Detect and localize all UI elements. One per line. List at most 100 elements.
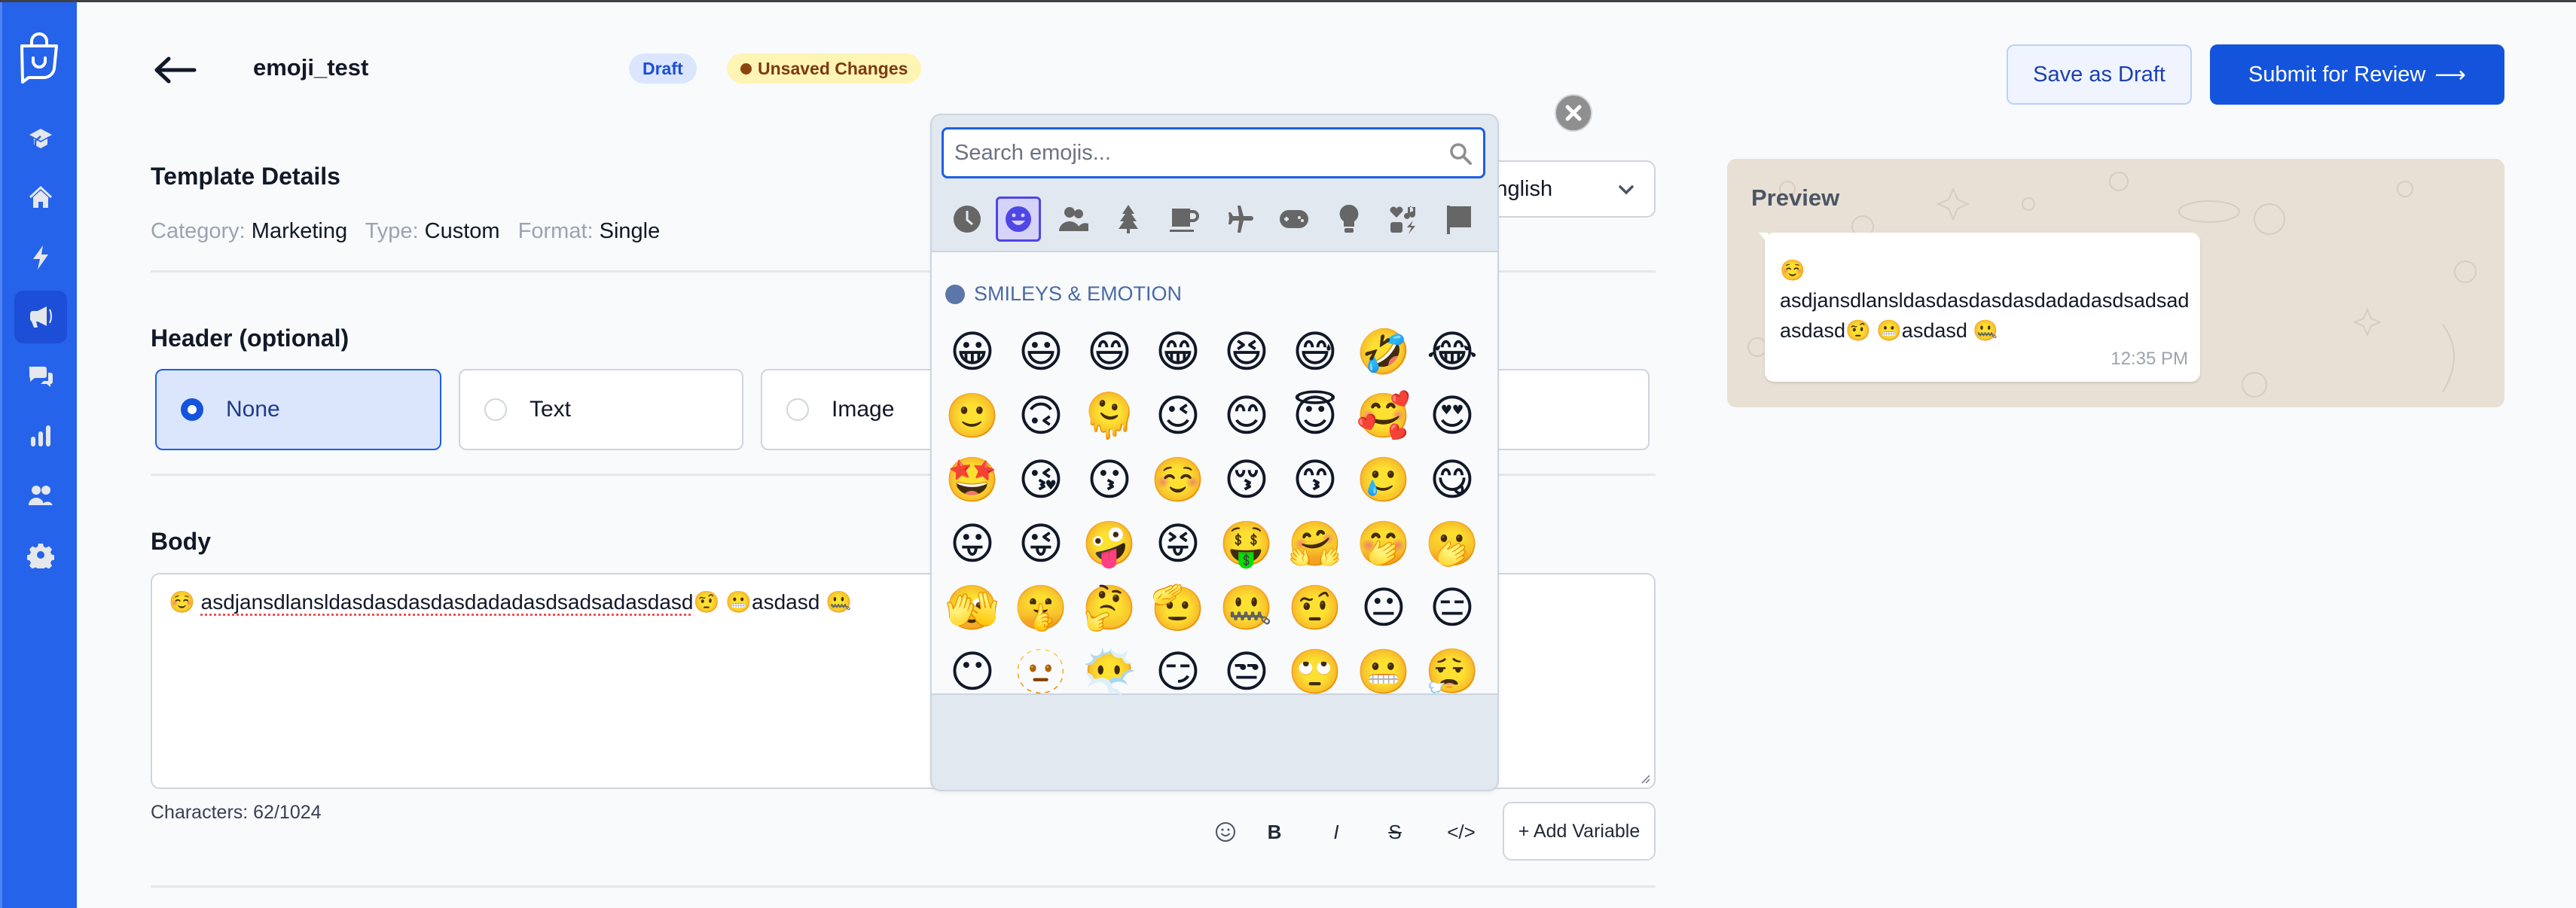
emoji-option[interactable]: 🤣 xyxy=(1352,320,1415,383)
emoji-option[interactable]: 🤔 xyxy=(1078,576,1141,639)
emoji-option[interactable]: 🥲 xyxy=(1352,448,1415,511)
strikethrough-button[interactable]: S xyxy=(1380,815,1410,849)
category-tab-nature[interactable] xyxy=(1106,197,1151,242)
bar-chart-icon xyxy=(31,425,50,446)
category-tab-food[interactable] xyxy=(1161,197,1207,242)
emoji-option[interactable]: 🤐 xyxy=(1215,576,1278,639)
emoji-option[interactable]: 😗 xyxy=(1078,448,1141,511)
emoji-option[interactable]: 😀 xyxy=(941,320,1004,383)
sidebar-item-analytics[interactable] xyxy=(14,410,67,462)
emoji-option[interactable]: 🫠 xyxy=(1078,384,1141,447)
emoji-option[interactable]: 🤗 xyxy=(1283,512,1347,575)
emoji-option[interactable]: 😁 xyxy=(1146,320,1210,383)
sidebar-item-contacts[interactable] xyxy=(14,469,67,522)
submit-label: Submit for Review xyxy=(2248,62,2426,87)
italic-button[interactable]: I xyxy=(1321,815,1351,849)
body-emoji: ☺️ xyxy=(169,590,195,614)
preview-panel: Preview ☺️ asdjansdlansldasdasdasdasdada… xyxy=(1727,159,2504,407)
emoji-option[interactable]: 😶‍🌫️ xyxy=(1078,640,1141,703)
emoji-option[interactable]: 🤪 xyxy=(1078,512,1141,575)
emoji-option[interactable]: 🫢 xyxy=(1421,512,1484,575)
emoji-option[interactable]: 🫣 xyxy=(941,576,1004,639)
emoji-option[interactable]: 😒 xyxy=(1215,640,1278,703)
category-tab-travel[interactable] xyxy=(1216,197,1262,242)
emoji-option[interactable]: 😂 xyxy=(1421,320,1484,383)
sidebar-item-home[interactable] xyxy=(14,172,67,224)
header-option-text[interactable]: Text xyxy=(459,369,743,450)
app-logo-icon[interactable] xyxy=(16,31,63,84)
emoji-option[interactable]: 😮‍💨 xyxy=(1421,640,1484,703)
code-button[interactable]: </> xyxy=(1439,815,1484,849)
emoji-option[interactable]: 🙂 xyxy=(941,384,1004,447)
preview-line: asdasd🤨 😬asdasd 🤐 xyxy=(1780,319,1998,342)
category-tab-objects[interactable] xyxy=(1326,197,1372,242)
airplane-icon xyxy=(1228,206,1253,233)
emoji-option[interactable]: 😘 xyxy=(1009,448,1073,511)
emoji-option[interactable]: 😐 xyxy=(1352,576,1415,639)
emoji-option[interactable]: 🤨 xyxy=(1283,576,1347,639)
emoji-option[interactable]: ☺️ xyxy=(1146,448,1210,511)
close-icon xyxy=(1565,105,1582,121)
resize-handle-icon[interactable] xyxy=(1639,772,1651,785)
add-variable-button[interactable]: + Add Variable xyxy=(1503,802,1656,861)
sidebar-item-academy[interactable] xyxy=(14,113,67,166)
emoji-option[interactable]: 😬 xyxy=(1352,640,1415,703)
back-button[interactable] xyxy=(152,53,200,87)
emoji-grid-area: SMILEYS & EMOTION 😀 😃 😄 😁 😆 😅 🤣 😂 🙂 🙃 🫠 😉 😊 😇 🥰 😍 🤩 😘 😗 ☺️ 😚… xyxy=(932,251,1497,695)
bold-button[interactable]: B xyxy=(1259,815,1290,849)
emoji-option[interactable]: 😜 xyxy=(1009,512,1073,575)
emoji-option[interactable]: 😆 xyxy=(1215,320,1278,383)
clock-icon xyxy=(954,206,981,233)
emoji-option[interactable]: 🫥 xyxy=(1009,640,1073,703)
emoji-search-input[interactable]: Search emojis... xyxy=(942,127,1485,178)
emoji-option[interactable]: 😙 xyxy=(1283,448,1347,511)
category-tab-flags[interactable] xyxy=(1436,197,1482,242)
emoji-option[interactable]: 🫡 xyxy=(1146,576,1210,639)
coffee-cup-icon xyxy=(1170,209,1199,232)
category-tab-people[interactable] xyxy=(1051,197,1096,242)
category-tab-smileys[interactable] xyxy=(996,197,1041,242)
emoji-option[interactable]: 😄 xyxy=(1078,320,1141,383)
emoji-option[interactable]: 🙃 xyxy=(1009,384,1073,447)
close-picker-button[interactable] xyxy=(1555,94,1592,132)
sidebar-item-conversations[interactable] xyxy=(14,350,67,403)
emoji-option[interactable]: 😶 xyxy=(941,640,1004,703)
emoji-option[interactable]: 🥰 xyxy=(1352,384,1415,447)
emoji-option[interactable]: 😃 xyxy=(1009,320,1073,383)
emoji-option[interactable]: 😋 xyxy=(1421,448,1484,511)
category-tab-recent[interactable] xyxy=(945,197,990,242)
category-tab-symbols[interactable] xyxy=(1381,197,1427,242)
emoji-option[interactable]: 🤫 xyxy=(1009,576,1073,639)
emoji-toolbar-button[interactable] xyxy=(1210,815,1241,849)
emoji-option[interactable]: 🤭 xyxy=(1352,512,1415,575)
category-tab-activities[interactable] xyxy=(1271,197,1317,242)
emoji-option[interactable]: 😚 xyxy=(1215,448,1278,511)
megaphone-icon xyxy=(30,306,52,328)
body-text-misspelled: asdjansdlansldasdasdasdasdadadasdsadsada… xyxy=(200,590,694,614)
header-section-heading: Header (optional) xyxy=(151,325,349,352)
emoji-option[interactable]: 😇 xyxy=(1283,384,1347,447)
emoji-option[interactable]: 😊 xyxy=(1215,384,1278,447)
emoji-option[interactable]: 🤩 xyxy=(941,448,1004,511)
header-option-none[interactable]: None xyxy=(155,369,441,450)
save-draft-button[interactable]: Save as Draft xyxy=(2007,44,2192,105)
emoji-option[interactable]: 😑 xyxy=(1421,576,1484,639)
main-content: emoji_test Draft Unsaved Changes Save as… xyxy=(77,2,2576,908)
sidebar-item-campaigns[interactable] xyxy=(14,291,67,343)
emoji-option[interactable]: 😉 xyxy=(1146,384,1210,447)
emoji-option[interactable]: 🤑 xyxy=(1215,512,1278,575)
status-badge-label: Draft xyxy=(642,58,683,78)
emoji-option[interactable]: 😛 xyxy=(941,512,1004,575)
emoji-option[interactable]: 😍 xyxy=(1421,384,1484,447)
chat-icon xyxy=(29,367,53,387)
emoji-option[interactable]: 😏 xyxy=(1146,640,1210,703)
emoji-option[interactable]: 😅 xyxy=(1283,320,1347,383)
emoji-option[interactable]: 😝 xyxy=(1146,512,1210,575)
smiley-icon xyxy=(1006,206,1031,232)
submit-review-button[interactable]: Submit for Review ⟶ xyxy=(2210,44,2504,105)
sidebar-item-automation[interactable] xyxy=(14,231,67,284)
preview-line: asdjansdlansldasdasdasdasdadadasdsadsad xyxy=(1780,289,2190,312)
gamepad-icon xyxy=(1280,210,1308,228)
emoji-option[interactable]: 🙄 xyxy=(1283,640,1347,703)
sidebar-item-settings[interactable] xyxy=(14,529,67,581)
